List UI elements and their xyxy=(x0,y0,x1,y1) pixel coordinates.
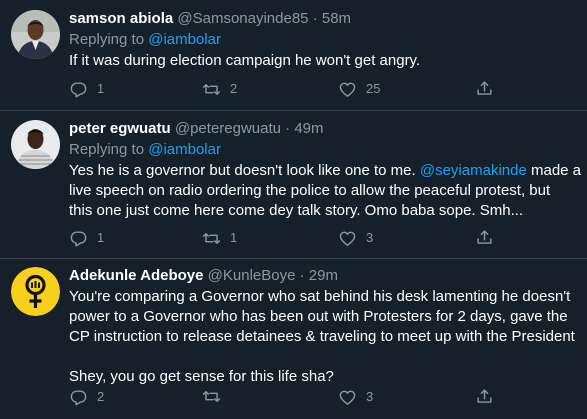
tweet-samson-abiola[interactable]: samson abiola @Samsonayinde85 · 58m Repl… xyxy=(0,0,587,110)
tweet-text: Yes he is a governor but doesn't look li… xyxy=(69,161,581,221)
tweet-feed: samson abiola @Samsonayinde85 · 58m Repl… xyxy=(0,0,587,419)
retweet-button[interactable]: 1 xyxy=(202,228,237,248)
display-name[interactable]: Adekunle Adeboye xyxy=(69,267,203,284)
tweet-text-line: this one just come here come dey talk st… xyxy=(69,202,524,219)
replying-handle-link[interactable]: @iambolar xyxy=(148,141,221,158)
replying-to: Replying to @iambolar xyxy=(69,30,221,50)
replying-to: Replying to @iambolar xyxy=(69,140,221,160)
reply-button[interactable]: 2 xyxy=(69,387,104,407)
share-button[interactable] xyxy=(475,387,494,406)
replying-handle-link[interactable]: @iambolar xyxy=(148,31,221,48)
like-button[interactable]: 3 xyxy=(338,228,373,248)
like-count: 25 xyxy=(366,81,381,96)
share-icon xyxy=(475,228,494,247)
reply-count: 1 xyxy=(97,81,105,96)
replying-label: Replying to xyxy=(69,31,145,48)
reply-count: 1 xyxy=(97,230,105,245)
like-icon xyxy=(338,388,357,407)
reply-button[interactable]: 1 xyxy=(69,79,104,99)
tweet-text-line: power to a Governor who has been out wit… xyxy=(69,308,568,325)
avatar[interactable] xyxy=(11,267,60,316)
tweet-text: If it was during election campaign he wo… xyxy=(69,51,581,71)
tweet-text-line xyxy=(69,347,581,367)
tweet-text-line: Yes he is a governor but doesn't look li… xyxy=(69,161,581,181)
replying-label: Replying to xyxy=(69,141,145,158)
tweet-adekunle-adeboye[interactable]: Adekunle Adeboye @KunleBoye · 29m You're… xyxy=(0,259,587,419)
retweet-button[interactable]: 2 xyxy=(202,79,237,99)
tweet-header: peter egwuatu @peteregwuatu · 49m xyxy=(69,119,324,139)
tweet-text-line: CP instruction to release detainees & tr… xyxy=(69,328,575,345)
tweet-actions: 1 1 3 xyxy=(69,228,581,248)
tweet-text: You're comparing a Governor who sat behi… xyxy=(69,287,581,387)
tweet-actions: 2 3 xyxy=(69,387,581,407)
tweet-text-line: Shey, you go get sense for this life sha… xyxy=(69,368,334,385)
reply-icon xyxy=(69,80,88,99)
tweet-text-segment: made a xyxy=(526,162,582,179)
tweet-time[interactable]: · 58m xyxy=(313,10,351,27)
tweet-header: samson abiola @Samsonayinde85 · 58m xyxy=(69,9,351,29)
retweet-button[interactable] xyxy=(202,387,230,406)
tweet-header: Adekunle Adeboye @KunleBoye · 29m xyxy=(69,266,338,286)
like-icon xyxy=(338,80,357,99)
like-count: 3 xyxy=(366,389,374,404)
retweet-count: 1 xyxy=(230,230,238,245)
mention-link[interactable]: @seyiamakinde xyxy=(420,162,527,179)
display-name[interactable]: samson abiola xyxy=(69,10,173,27)
retweet-icon xyxy=(202,80,221,99)
share-icon xyxy=(475,387,494,406)
display-name[interactable]: peter egwuatu xyxy=(69,120,171,137)
retweet-count: 2 xyxy=(230,81,238,96)
tweet-text-line: live speech on radio ordering the police… xyxy=(69,182,551,199)
reply-count: 2 xyxy=(97,389,105,404)
tweet-text-line: You're comparing a Governor who sat behi… xyxy=(69,288,571,305)
like-button[interactable]: 3 xyxy=(338,387,373,407)
tweet-actions: 1 2 25 xyxy=(69,79,581,99)
like-count: 3 xyxy=(366,230,374,245)
tweet-time[interactable]: · 49m xyxy=(285,120,323,137)
retweet-icon xyxy=(202,387,221,406)
avatar[interactable] xyxy=(11,10,60,59)
share-button[interactable] xyxy=(475,228,494,247)
like-icon xyxy=(338,229,357,248)
reply-button[interactable]: 1 xyxy=(69,228,104,248)
share-button[interactable] xyxy=(475,79,494,98)
tweet-text-line: If it was during election campaign he wo… xyxy=(69,52,421,69)
share-icon xyxy=(475,79,494,98)
user-handle[interactable]: @KunleBoye xyxy=(208,267,296,284)
reply-icon xyxy=(69,388,88,407)
like-button[interactable]: 25 xyxy=(338,79,380,99)
user-handle[interactable]: @Samsonayinde85 xyxy=(177,10,308,27)
tweet-text-segment: Yes he is a governor but doesn't look li… xyxy=(69,162,420,179)
tweet-time[interactable]: · 29m xyxy=(300,267,338,284)
retweet-icon xyxy=(202,229,221,248)
avatar[interactable] xyxy=(11,120,60,169)
user-handle[interactable]: @peteregwuatu xyxy=(175,120,281,137)
reply-icon xyxy=(69,229,88,248)
tweet-peter-egwuatu[interactable]: peter egwuatu @peteregwuatu · 49m Replyi… xyxy=(0,111,587,258)
